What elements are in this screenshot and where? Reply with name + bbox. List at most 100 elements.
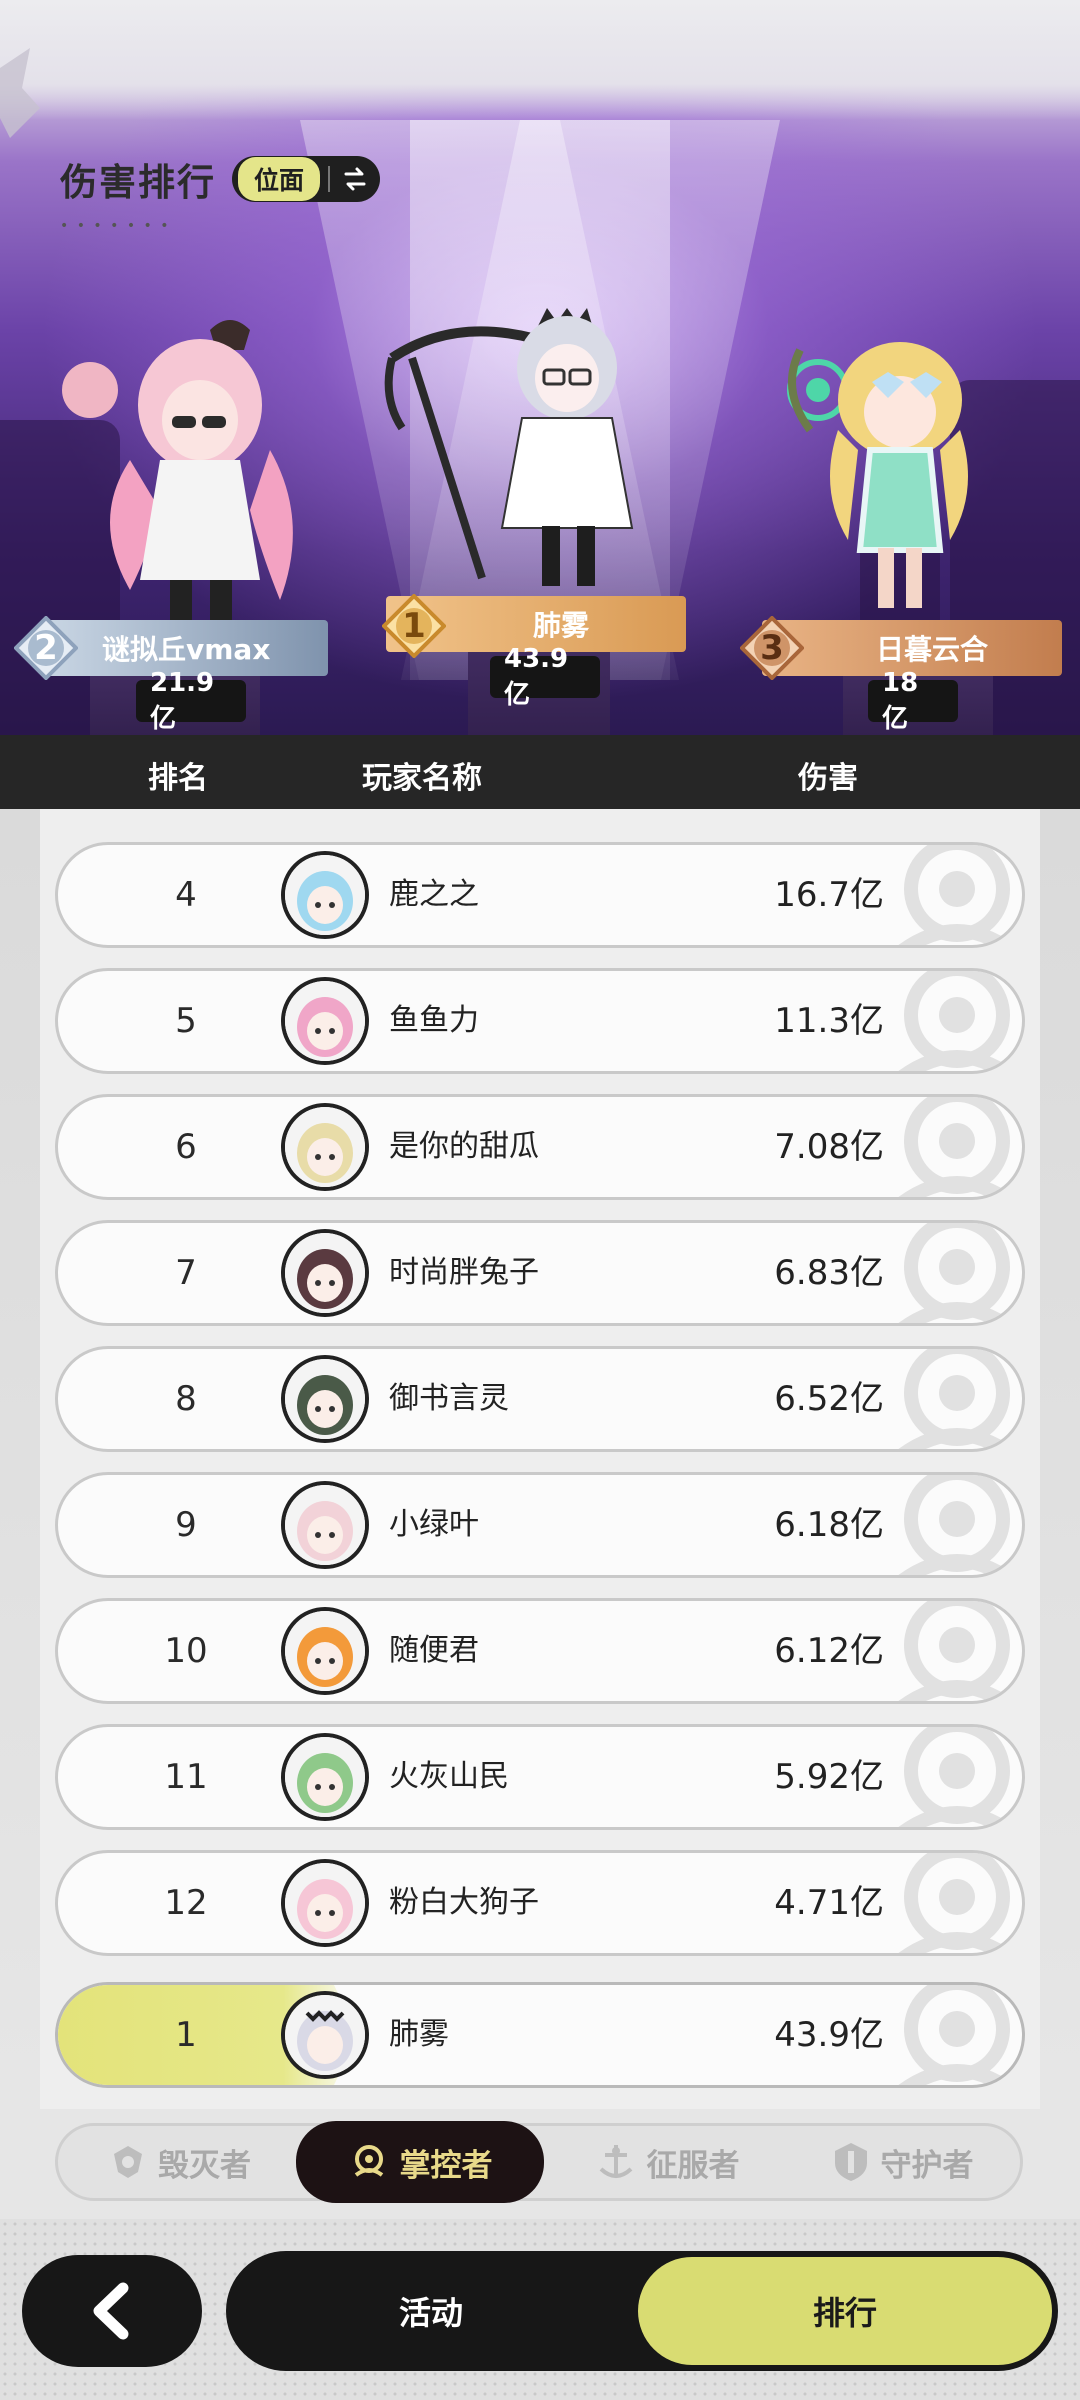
hero-top-band	[0, 0, 1080, 120]
rank-2-damage-value: 21.9亿	[136, 668, 246, 734]
row-player-name: 小绿叶	[389, 1507, 479, 1542]
bottom-bar: 活动 排行	[0, 2219, 1080, 2400]
row-player-name: 粉白大狗子	[389, 1885, 539, 1920]
page-title: 伤害排行	[60, 161, 216, 204]
row-player-name: 随便君	[389, 1633, 479, 1668]
row-damage: 16.7亿	[774, 875, 884, 915]
row-damage: 11.3亿	[774, 1001, 884, 1041]
row-damage: 6.12亿	[774, 1631, 884, 1671]
player-avatar[interactable]	[281, 1103, 369, 1191]
row-ornament-icon	[898, 845, 1016, 945]
rank-3-character-portrait[interactable]	[760, 320, 1000, 620]
player-avatar[interactable]	[281, 1733, 369, 1821]
row-ornament-icon	[898, 1097, 1016, 1197]
row-rank: 9	[175, 1505, 197, 1545]
rank-1-player-name: 肺雾	[532, 609, 589, 642]
row-ornament-icon	[898, 1727, 1016, 1827]
rank-2-badge: 2	[14, 616, 78, 680]
row-ornament-icon	[898, 971, 1016, 1071]
controller-emblem-icon	[354, 2145, 383, 2177]
ranking-row[interactable]: 11 火灰山民 5.92亿	[55, 1724, 1025, 1830]
row-ornament-icon	[898, 1349, 1016, 1449]
row-player-name: 御书言灵	[389, 1381, 509, 1416]
row-player-name: 肺雾	[389, 2017, 449, 2052]
row-damage: 5.92亿	[774, 1757, 884, 1797]
self-ranking-row[interactable]: 1 肺雾 43.9亿	[55, 1982, 1025, 2088]
tab-destroyer[interactable]: 毁灭者	[92, 2123, 267, 2201]
ranking-row[interactable]: 7 时尚胖兔子 6.83亿	[55, 1220, 1025, 1326]
tab-conqueror[interactable]: 征服者	[572, 2123, 762, 2201]
row-rank: 4	[175, 875, 197, 915]
row-player-name: 鱼鱼力	[389, 1003, 479, 1038]
rank-1-badge: 1	[382, 594, 446, 658]
ranking-row[interactable]: 10 随便君 6.12亿	[55, 1598, 1025, 1704]
ranking-row[interactable]: 12 粉白大狗子 4.71亿	[55, 1850, 1025, 1956]
category-tabs-area: 毁灭者 掌控者 征服者 守护者	[0, 2109, 1080, 2219]
row-damage: 4.71亿	[774, 1883, 884, 1923]
row-damage: 6.83亿	[774, 1253, 884, 1293]
row-rank: 6	[175, 1127, 197, 1167]
player-avatar[interactable]	[281, 1229, 369, 1317]
row-damage: 7.08亿	[774, 1127, 884, 1167]
row-ornament-icon	[898, 1853, 1016, 1953]
row-ornament-icon	[898, 1223, 1016, 1323]
scope-label: 位面	[238, 157, 321, 201]
ranking-row[interactable]: 6 是你的甜瓜 7.08亿	[55, 1094, 1025, 1200]
table-header: 排名 玩家名称 伤害	[0, 735, 1080, 809]
row-rank: 11	[164, 1757, 208, 1797]
column-header-rank: 排名	[148, 761, 208, 796]
swap-arrows-icon	[338, 162, 372, 196]
player-avatar[interactable]	[281, 977, 369, 1065]
row-rank: 5	[175, 1001, 197, 1041]
ranking-row[interactable]: 5 鱼鱼力 11.3亿	[55, 968, 1025, 1074]
destroyer-emblem-icon	[114, 2146, 142, 2178]
row-ornament-icon	[898, 1985, 1016, 2085]
player-avatar[interactable]	[281, 1607, 369, 1695]
row-player-name: 鹿之之	[389, 877, 479, 912]
column-header-player-name: 玩家名称	[362, 761, 482, 796]
row-ornament-icon	[898, 1601, 1016, 1701]
row-rank: 1	[175, 2015, 197, 2055]
player-avatar[interactable]	[281, 1991, 369, 2079]
divider	[328, 166, 331, 192]
row-player-name: 时尚胖兔子	[389, 1255, 539, 1290]
corner-ornament-icon	[0, 48, 40, 138]
row-damage: 43.9亿	[774, 2015, 884, 2055]
tab-guardian[interactable]: 守护者	[812, 2123, 992, 2201]
row-damage: 6.52亿	[774, 1379, 884, 1419]
podium-hero: 伤害排行 位面 • • • • • • • 谜拟丘vmax 2 21.9亿 肺雾…	[0, 0, 1080, 735]
ranking-row[interactable]: 9 小绿叶 6.18亿	[55, 1472, 1025, 1578]
ranking-tab-button[interactable]: 排行	[638, 2257, 1052, 2365]
rank-3-badge: 3	[740, 616, 804, 680]
column-header-damage: 伤害	[798, 761, 858, 796]
rank-1-character-portrait[interactable]	[372, 298, 702, 598]
row-rank: 10	[164, 1631, 208, 1671]
scope-toggle-button[interactable]: 位面	[232, 156, 381, 202]
bottom-nav: 活动 排行	[226, 2251, 1058, 2371]
row-rank: 7	[175, 1253, 197, 1293]
guardian-emblem-icon	[834, 2143, 867, 2181]
ranking-row[interactable]: 8 御书言灵 6.52亿	[55, 1346, 1025, 1452]
back-button[interactable]	[22, 2255, 202, 2367]
player-avatar[interactable]	[281, 1859, 369, 1947]
rank-3-damage-value: 18亿	[868, 668, 958, 734]
row-player-name: 火灰山民	[389, 1759, 509, 1794]
rank-1-damage-value: 43.9亿	[490, 644, 600, 710]
chevron-left-icon	[93, 2282, 129, 2340]
row-player-name: 是你的甜瓜	[389, 1129, 539, 1164]
row-rank: 12	[164, 1883, 208, 1923]
row-damage: 6.18亿	[774, 1505, 884, 1545]
row-ornament-icon	[898, 1475, 1016, 1575]
rank-3-player-name: 日暮云合	[875, 633, 988, 666]
row-rank: 8	[175, 1379, 197, 1419]
rank-2-character-portrait[interactable]	[60, 310, 320, 620]
title-underline-dots: • • • • • • •	[60, 218, 171, 234]
player-avatar[interactable]	[281, 1481, 369, 1569]
tab-controller[interactable]: 掌控者	[296, 2121, 544, 2203]
conqueror-emblem-icon	[599, 2145, 632, 2178]
rank-2-player-name: 谜拟丘vmax	[102, 633, 271, 666]
activity-tab-button[interactable]: 活动	[226, 2251, 636, 2371]
player-avatar[interactable]	[281, 851, 369, 939]
ranking-row[interactable]: 4 鹿之之 16.7亿	[55, 842, 1025, 948]
player-avatar[interactable]	[281, 1355, 369, 1443]
